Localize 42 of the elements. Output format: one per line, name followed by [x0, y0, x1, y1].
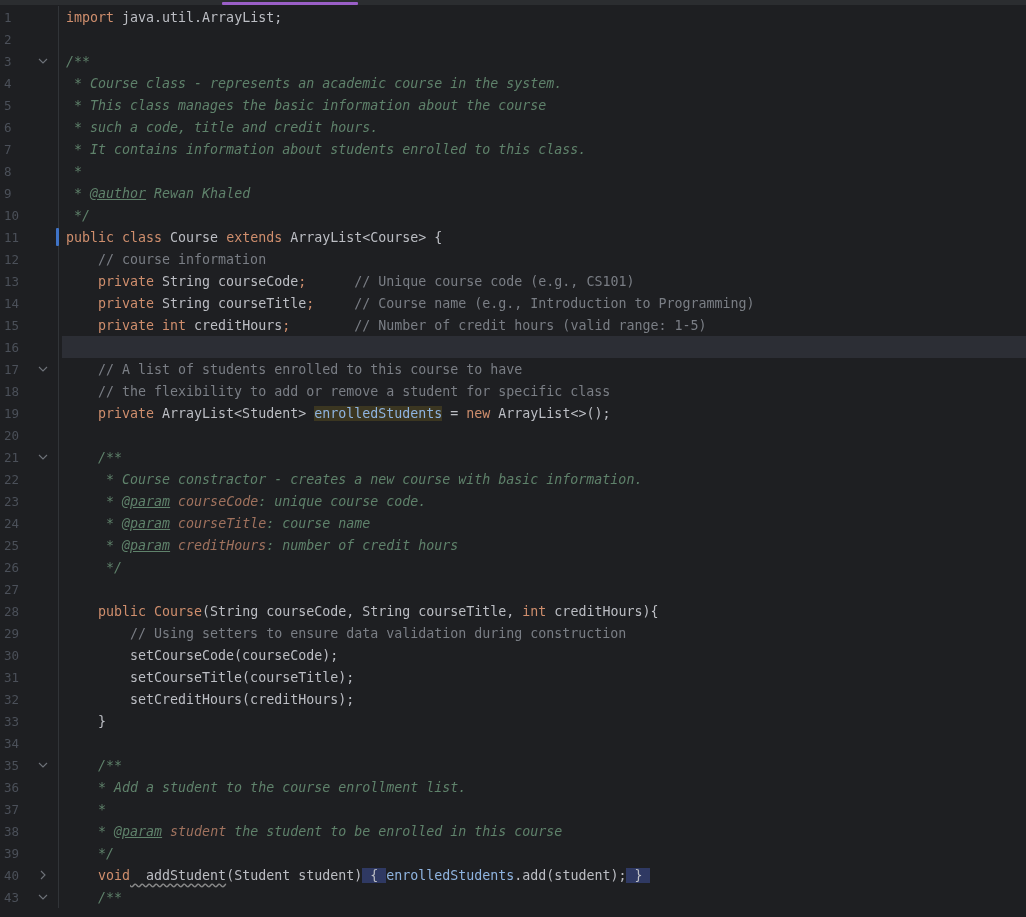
fold-chevron-icon[interactable]	[38, 454, 48, 460]
code-line: * @param student the student to be enrolled in this course	[97, 823, 563, 839]
code-line: /**	[97, 757, 123, 773]
code-line: setCreditHours(creditHours);	[129, 691, 355, 707]
expand-chevron-icon[interactable]	[40, 870, 46, 880]
code-line: private ArrayList<Student> enrolledStudents = new ArrayList<>();	[97, 405, 611, 421]
code-line: setCourseTitle(courseTitle);	[129, 669, 355, 685]
code-line: * @param creditHours: number of credit hours	[105, 537, 459, 553]
code-line: * It contains information about students enrolled to this class.	[73, 141, 587, 157]
code-line: * @param courseCode: unique course code.	[105, 493, 427, 509]
code-line: /**	[97, 449, 123, 465]
code-line: // Using setters to ensure data validation during construction	[129, 625, 627, 641]
code-line: setCourseCode(courseCode);	[129, 647, 339, 663]
code-line: void addStudent(Student student) { enrolledStudents.add(student); }	[66, 867, 651, 883]
code-line: // A list of students enrolled to this course to have	[97, 361, 523, 377]
code-line: * This class manages the basic information about the course	[73, 97, 547, 113]
code-line: * @author Rewan Khaled	[73, 185, 251, 201]
code-line: import java.util.ArrayList;	[66, 9, 283, 25]
fold-chevron-icon[interactable]	[38, 894, 48, 900]
fold-chevron-icon[interactable]	[38, 366, 48, 372]
code-line: /**	[97, 889, 123, 905]
code-line: * such a code, title and credit hours.	[73, 119, 379, 135]
code-line: private String courseTitle; // Course name (e.g., Introduction to Programming)	[97, 295, 755, 311]
code-line: private String courseCode; // Unique course code (e.g., CS101)	[97, 273, 635, 289]
code-line: */	[97, 845, 115, 861]
code-line: *	[73, 163, 82, 179]
code-line: * Course class - represents an academic course in the system.	[73, 75, 563, 91]
code-line: */	[105, 559, 123, 575]
code-line: // the flexibility to add or remove a student for specific class	[97, 383, 611, 399]
code-line: // course information	[97, 251, 267, 267]
code-line: * Add a student to the course enrollment list.	[97, 779, 467, 795]
code-line: /**	[66, 53, 91, 69]
fold-chevron-icon[interactable]	[38, 58, 48, 64]
code-line: * @param courseTitle: course name	[105, 515, 371, 531]
code-line: }	[97, 713, 107, 729]
code-line: private int creditHours; // Number of credit hours (valid range: 1-5)	[97, 317, 707, 333]
code-line: */	[73, 207, 91, 223]
code-line: *	[97, 801, 107, 817]
code-line: public class Course extends ArrayList<Course> {	[66, 229, 443, 245]
code-line: public Course(String courseCode, String courseTitle, int creditHours){	[97, 603, 659, 619]
fold-chevron-icon[interactable]	[38, 762, 48, 768]
code-line: * Course constractor - creates a new course with basic information.	[105, 471, 643, 487]
